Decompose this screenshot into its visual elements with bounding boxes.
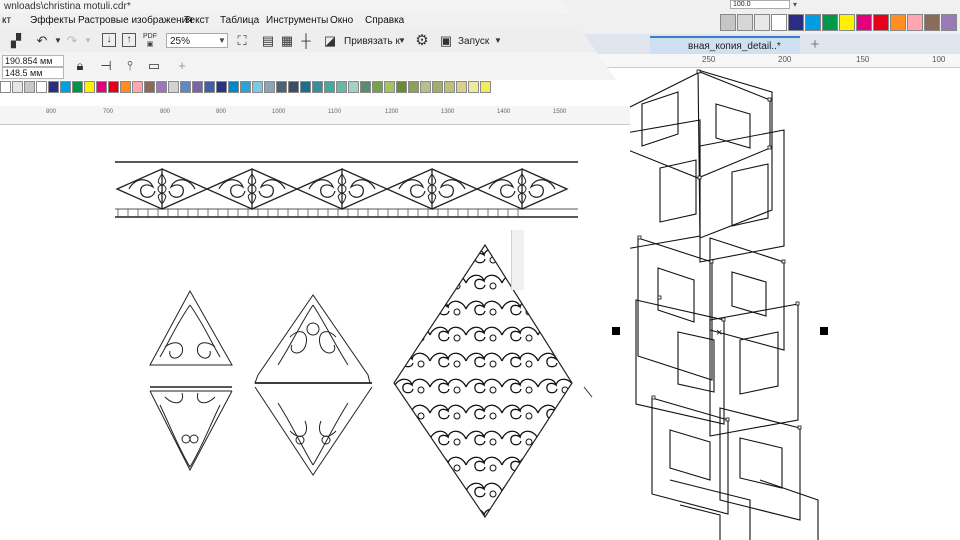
launch-dropdown-icon[interactable]: ▼: [490, 33, 506, 49]
color-swatch[interactable]: [324, 81, 335, 93]
window-title: wnloads\christina motuli.cdr*: [4, 1, 131, 12]
color-swatch[interactable]: [264, 81, 275, 93]
color-swatch[interactable]: [96, 81, 107, 93]
color-swatch[interactable]: [348, 81, 359, 93]
selection-handle-right[interactable]: [820, 327, 828, 335]
fullscreen-icon[interactable]: ⛶: [234, 33, 250, 49]
welcome-icon[interactable]: ▤: [260, 33, 276, 49]
ruler-label: 800: [160, 109, 171, 115]
color-palette: [0, 81, 660, 95]
color-swatch[interactable]: [444, 81, 455, 93]
menu-item-window[interactable]: Окно: [330, 15, 353, 26]
color-swatch[interactable]: [156, 81, 167, 93]
vertical-ruler[interactable]: [511, 230, 524, 290]
redo-icon[interactable]: ↷: [64, 33, 80, 49]
drawing-canvas[interactable]: [0, 125, 640, 540]
color-swatch[interactable]: [84, 81, 95, 93]
color-swatch[interactable]: [168, 81, 179, 93]
frame-icon[interactable]: ▭: [146, 58, 162, 74]
ruler-label: 800: [46, 109, 57, 115]
ornament-large-diamond[interactable]: [393, 243, 574, 523]
menu-item-partial[interactable]: кт: [2, 15, 11, 26]
color-swatch[interactable]: [468, 81, 479, 93]
ornament-border-strip[interactable]: [115, 161, 578, 218]
transform-icon[interactable]: ⫯: [122, 58, 138, 74]
color-swatch[interactable]: [120, 81, 131, 93]
grid-icon[interactable]: ▦: [279, 33, 295, 49]
color-swatch[interactable]: [144, 81, 155, 93]
color-swatch[interactable]: [132, 81, 143, 93]
color-swatch[interactable]: [396, 81, 407, 93]
snap-dropdown-icon[interactable]: ▼: [394, 33, 410, 49]
color-swatch[interactable]: [204, 81, 215, 93]
color-swatch[interactable]: [420, 81, 431, 93]
redo-dropdown-icon[interactable]: ▼: [80, 33, 96, 49]
ruler-label: 1400: [497, 109, 511, 115]
color-swatch[interactable]: [36, 81, 47, 93]
color-swatch[interactable]: [312, 81, 323, 93]
zoom-dropdown-icon[interactable]: ▼: [216, 34, 228, 47]
menu-item-tools[interactable]: Инструменты: [266, 15, 328, 26]
color-swatch[interactable]: [372, 81, 383, 93]
selection-handle-left[interactable]: [612, 327, 620, 335]
options-gear-icon[interactable]: ⚙: [414, 33, 430, 49]
color-swatch[interactable]: [300, 81, 311, 93]
color-swatch[interactable]: [456, 81, 467, 93]
node-align-icon[interactable]: ⊣: [98, 58, 114, 74]
color-swatch[interactable]: [432, 81, 443, 93]
snap-off-icon[interactable]: ◪: [322, 33, 338, 49]
ruler-label: 1200: [385, 109, 399, 115]
color-swatch[interactable]: [408, 81, 419, 93]
color-swatch[interactable]: [288, 81, 299, 93]
ruler-label: 700: [103, 109, 114, 115]
launch-icon[interactable]: ▣: [438, 33, 454, 49]
color-swatch[interactable]: [384, 81, 395, 93]
ruler-label: 1100: [328, 109, 341, 115]
import-icon[interactable]: ↓: [102, 33, 116, 47]
color-swatch[interactable]: [480, 81, 491, 93]
color-swatch[interactable]: [192, 81, 203, 93]
color-swatch[interactable]: [0, 81, 11, 93]
color-swatch[interactable]: [180, 81, 191, 93]
pdf-icon[interactable]: PDF ▣: [142, 33, 158, 49]
color-swatch[interactable]: [24, 81, 35, 93]
color-swatch[interactable]: [240, 81, 251, 93]
color-swatch[interactable]: [72, 81, 83, 93]
menu-item-text[interactable]: Текст: [184, 15, 209, 26]
export-icon[interactable]: ↑: [122, 33, 136, 47]
ornament-small-diamond[interactable]: [149, 289, 233, 472]
color-swatch[interactable]: [336, 81, 347, 93]
guides-icon[interactable]: ┼: [298, 33, 314, 49]
paste-icon[interactable]: ▞: [8, 33, 24, 49]
menu-item-table[interactable]: Таблица: [220, 15, 259, 26]
menu-item-bitmaps[interactable]: Растровые изображения: [78, 15, 193, 26]
color-swatch[interactable]: [252, 81, 263, 93]
snap-to-dropdown[interactable]: Привязать к: [344, 36, 400, 47]
ruler-label: 1500: [553, 109, 567, 115]
color-swatch[interactable]: [276, 81, 287, 93]
menu-item-help[interactable]: Справка: [365, 15, 404, 26]
color-swatch[interactable]: [108, 81, 119, 93]
ruler-label: 1000: [272, 109, 286, 115]
ruler-label: 800: [216, 109, 227, 115]
color-swatch[interactable]: [228, 81, 239, 93]
cursor-arrow-icon: [583, 386, 593, 398]
undo-icon[interactable]: ↶: [34, 33, 50, 49]
add-icon[interactable]: +: [174, 58, 190, 74]
y-position-field[interactable]: 148.5 мм: [2, 67, 64, 79]
lock-ratio-icon[interactable]: 🔒︎: [72, 58, 88, 74]
color-swatch[interactable]: [360, 81, 371, 93]
ornament-medium-diamond[interactable]: [254, 294, 373, 476]
x-position-field[interactable]: 190.854 мм: [2, 55, 64, 67]
launch-button[interactable]: Запуск: [458, 36, 489, 47]
color-swatch[interactable]: [216, 81, 227, 93]
color-swatch[interactable]: [12, 81, 23, 93]
property-bar: 190.854 мм 148.5 мм 🔒︎ ⊣ ⫯ ▭ +: [0, 52, 700, 80]
menu-item-effects[interactable]: Эффекты: [30, 15, 75, 26]
color-swatch[interactable]: [48, 81, 59, 93]
color-swatch[interactable]: [60, 81, 71, 93]
center-mark-icon: ×: [716, 327, 722, 339]
ruler-label: 1300: [441, 109, 455, 115]
horizontal-ruler[interactable]: 800 700 800 800 1000 1100 1200 1300 1400…: [0, 106, 660, 125]
